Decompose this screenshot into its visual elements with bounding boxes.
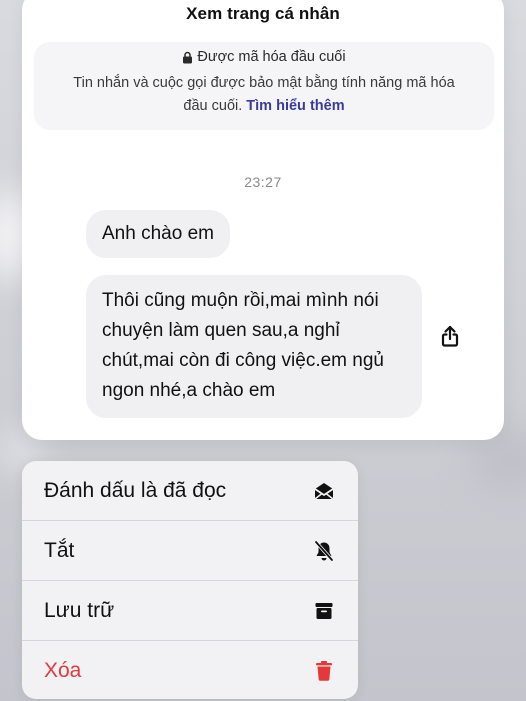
trash-icon <box>312 659 336 683</box>
share-button[interactable] <box>435 323 465 353</box>
context-menu: Đánh dấu là đã đọc Tắt Lưu trữ Xóa <box>22 461 358 699</box>
message-bubble[interactable]: Anh chào em <box>86 210 230 258</box>
message-timestamp: 23:27 <box>244 174 282 190</box>
message-bubble[interactable]: Thôi cũng muộn rồi,mai mình nói chuyện l… <box>86 275 422 418</box>
menu-item-label: Đánh dấu là đã đọc <box>44 478 227 502</box>
menu-item-label: Tắt <box>44 538 75 562</box>
chat-preview-card: Xem trang cá nhân Được mã hóa đầu cuối T… <box>22 0 504 440</box>
archive-icon <box>312 599 336 623</box>
bell-slash-icon <box>312 539 336 563</box>
share-icon <box>440 325 460 352</box>
encryption-title: Được mã hóa đầu cuối <box>197 49 346 65</box>
archive-menu-item[interactable]: Lưu trữ <box>22 580 358 640</box>
mute-menu-item[interactable]: Tắt <box>22 520 358 580</box>
encryption-notice: Được mã hóa đầu cuối Tin nhắn và cuộc gọ… <box>34 42 494 130</box>
envelope-open-icon <box>312 479 336 503</box>
encryption-title-row: Được mã hóa đầu cuối <box>34 49 494 65</box>
learn-more-link[interactable]: Tìm hiểu thêm <box>246 98 344 114</box>
encryption-description: Tin nhắn và cuộc gọi được bảo mật bằng t… <box>72 72 456 118</box>
menu-item-label: Lưu trữ <box>44 598 115 622</box>
mark-as-read-menu-item[interactable]: Đánh dấu là đã đọc <box>22 461 358 520</box>
menu-item-label: Xóa <box>44 658 82 682</box>
view-profile-link[interactable]: Xem trang cá nhân <box>22 4 504 24</box>
delete-menu-item[interactable]: Xóa <box>22 640 358 699</box>
lock-icon <box>182 51 193 64</box>
